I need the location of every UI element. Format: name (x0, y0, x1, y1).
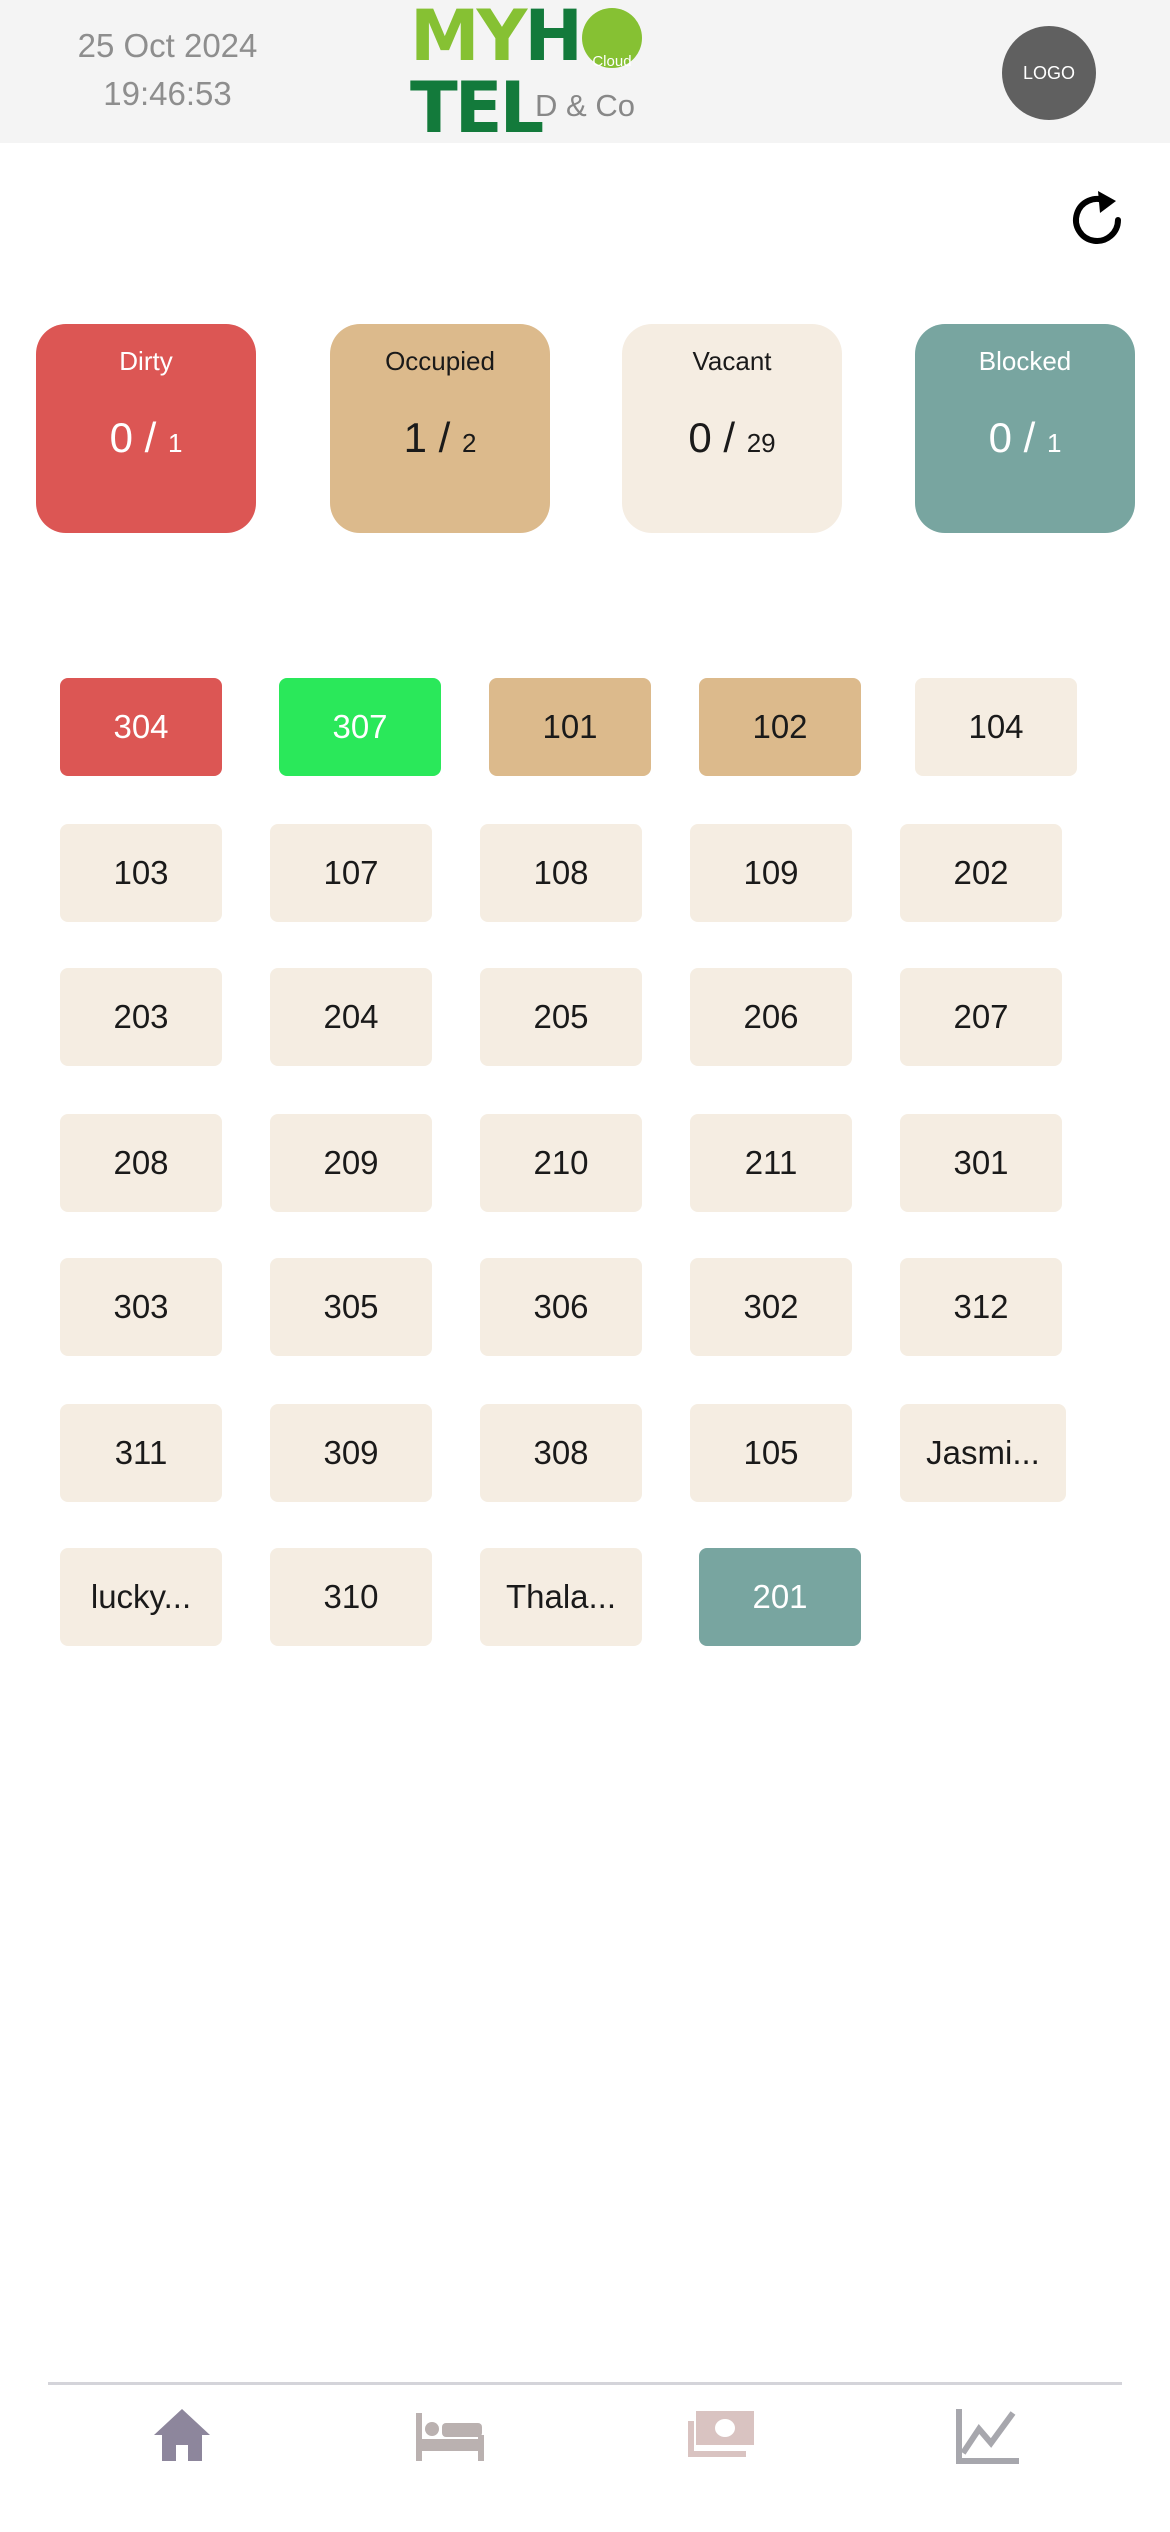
room-tile[interactable]: 104 (915, 678, 1077, 776)
refresh-icon[interactable] (1062, 185, 1132, 255)
home-icon (154, 2409, 210, 2461)
room-tile[interactable]: 302 (690, 1258, 852, 1356)
room-tile[interactable]: 108 (480, 824, 642, 922)
money-icon (688, 2411, 754, 2457)
nav-divider (48, 2382, 1122, 2385)
room-tile[interactable]: 312 (900, 1258, 1062, 1356)
company-name: D & Co (535, 88, 635, 123)
room-tile[interactable]: 310 (270, 1548, 432, 1646)
nav-rooms[interactable] (400, 2395, 500, 2475)
room-tile[interactable]: 306 (480, 1258, 642, 1356)
summary-count: 0 / 29 (688, 414, 776, 461)
room-tile[interactable]: 202 (900, 824, 1062, 922)
logo-avatar[interactable]: LOGO (1002, 26, 1096, 120)
room-tile[interactable]: 209 (270, 1114, 432, 1212)
brand-h: H (524, 0, 583, 77)
nav-reports[interactable] (938, 2395, 1038, 2475)
room-tile[interactable]: 210 (480, 1114, 642, 1212)
room-tile[interactable]: 101 (489, 678, 651, 776)
summary-count: 1 / 2 (403, 414, 477, 461)
room-tile[interactable]: 307 (279, 678, 441, 776)
date-text: 25 Oct 2024 (77, 27, 258, 64)
brand-logo: MYH Cloud TEL (410, 0, 760, 144)
room-tile[interactable]: lucky... (60, 1548, 222, 1646)
summary-count: 0 / 1 (988, 414, 1062, 461)
room-tile[interactable]: 305 (270, 1258, 432, 1356)
brand-my: MY (410, 0, 527, 77)
cloud-badge-icon: Cloud (581, 2, 642, 70)
nav-finance[interactable] (670, 2395, 770, 2475)
summary-label: Occupied (385, 346, 495, 376)
summary-card-blocked[interactable]: Blocked 0 / 1 (915, 324, 1135, 533)
time-text: 19:46:53 (103, 75, 232, 112)
datetime: 25 Oct 2024 19:46:53 (60, 22, 275, 118)
room-tile[interactable]: 311 (60, 1404, 222, 1502)
room-tile[interactable]: 203 (60, 968, 222, 1066)
room-tile[interactable]: 206 (690, 968, 852, 1066)
room-tile[interactable]: 201 (699, 1548, 861, 1646)
room-tile[interactable]: 109 (690, 824, 852, 922)
summary-label: Vacant (692, 346, 772, 376)
room-tile[interactable]: Jasmi... (900, 1404, 1066, 1502)
room-tile[interactable]: 211 (690, 1114, 852, 1212)
chart-icon (956, 2409, 1019, 2464)
room-tile[interactable]: 303 (60, 1258, 222, 1356)
bed-icon (416, 2413, 484, 2461)
room-tile[interactable]: 304 (60, 678, 222, 776)
room-tile[interactable]: 208 (60, 1114, 222, 1212)
summary-card-vacant[interactable]: Vacant 0 / 29 (622, 324, 842, 533)
summary-label: Dirty (119, 346, 173, 376)
room-tile[interactable]: 103 (60, 824, 222, 922)
room-tile[interactable]: 301 (900, 1114, 1062, 1212)
room-tile[interactable]: Thala... (480, 1548, 642, 1646)
room-tile[interactable]: 102 (699, 678, 861, 776)
summary-label: Blocked (978, 346, 1072, 376)
nav-home[interactable] (132, 2395, 232, 2475)
room-tile[interactable]: 205 (480, 968, 642, 1066)
summary-card-occupied[interactable]: Occupied 1 / 2 (330, 324, 550, 533)
room-tile[interactable]: 207 (900, 968, 1062, 1066)
room-tile[interactable]: 308 (480, 1404, 642, 1502)
room-tile[interactable]: 105 (690, 1404, 852, 1502)
summary-count: 0 / 1 (109, 414, 183, 461)
app-header: 25 Oct 2024 19:46:53 MYH Cloud TEL D & Co … (0, 0, 1170, 144)
summary-card-dirty[interactable]: Dirty 0 / 1 (36, 324, 256, 533)
room-tile[interactable]: 107 (270, 824, 432, 922)
room-tile[interactable]: 309 (270, 1404, 432, 1502)
room-tile[interactable]: 204 (270, 968, 432, 1066)
